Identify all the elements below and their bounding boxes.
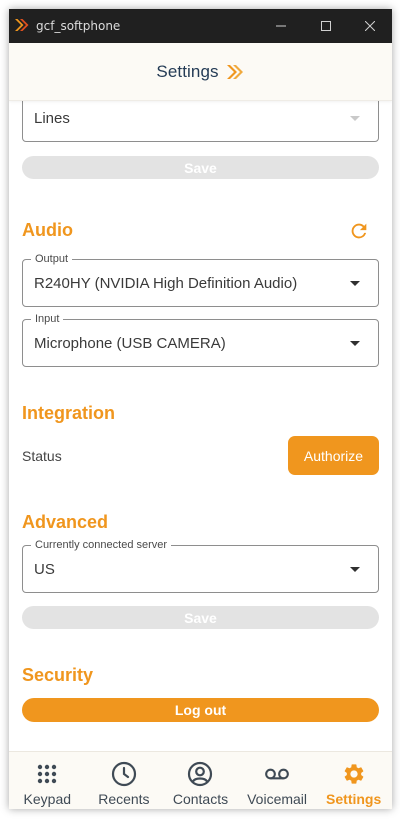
audio-output-value: R240HY (NVIDIA High Definition Audio) bbox=[34, 275, 298, 292]
clock-icon bbox=[111, 761, 136, 787]
brand-chevrons-icon bbox=[226, 64, 243, 79]
close-button[interactable] bbox=[347, 9, 392, 43]
refresh-icon[interactable] bbox=[348, 220, 370, 242]
server-select-label: Currently connected server bbox=[31, 538, 172, 552]
app-logo-icon bbox=[15, 19, 29, 31]
chevron-down-icon bbox=[350, 567, 360, 572]
chevron-down-icon bbox=[350, 116, 360, 121]
lines-select[interactable]: Lines bbox=[22, 101, 379, 142]
integration-section-title: Integration bbox=[22, 403, 115, 423]
logout-button[interactable]: Log out bbox=[22, 698, 379, 722]
advanced-save-button[interactable]: Save bbox=[22, 606, 379, 629]
security-section-title: Security bbox=[22, 665, 94, 685]
audio-output-label: Output bbox=[31, 252, 73, 266]
nav-label-keypad: Keypad bbox=[23, 791, 72, 807]
server-select[interactable]: Currently connected server US bbox=[22, 538, 379, 593]
gear-icon bbox=[344, 764, 364, 784]
app-header: Settings bbox=[9, 43, 392, 101]
minimize-icon bbox=[276, 25, 286, 27]
audio-section-title: Audio bbox=[22, 220, 73, 240]
audio-input-value: Microphone (USB CAMERA) bbox=[34, 335, 226, 352]
nav-item-voicemail[interactable]: Voicemail bbox=[239, 752, 316, 809]
lines-save-button[interactable]: Save bbox=[22, 156, 379, 179]
advanced-section-title: Advanced bbox=[22, 512, 109, 532]
nav-item-recents[interactable]: Recents bbox=[86, 752, 163, 809]
close-icon bbox=[365, 21, 375, 31]
bottom-nav: Keypad Recents Contacts Voicemail Settin… bbox=[9, 751, 392, 809]
maximize-icon bbox=[321, 21, 331, 31]
integration-status-label: Status bbox=[22, 448, 62, 464]
nav-label-contacts: Contacts bbox=[172, 791, 229, 807]
chevron-down-icon bbox=[350, 281, 360, 286]
title-bar: gcf_softphone bbox=[9, 9, 392, 43]
chevron-down-icon bbox=[350, 341, 360, 346]
nav-item-keypad[interactable]: Keypad bbox=[9, 752, 86, 809]
voicemail-icon bbox=[265, 768, 289, 780]
nav-label-voicemail: Voicemail bbox=[247, 791, 308, 807]
nav-label-recents: Recents bbox=[98, 791, 150, 807]
audio-output-select[interactable]: Output R240HY (NVIDIA High Definition Au… bbox=[22, 252, 379, 307]
app-window: gcf_softphone Settings Lines Save Audio bbox=[9, 9, 392, 809]
minimize-button[interactable] bbox=[258, 9, 304, 43]
nav-label-settings: Settings bbox=[326, 791, 382, 807]
nav-item-settings[interactable]: Settings bbox=[315, 752, 392, 809]
nav-item-contacts[interactable]: Contacts bbox=[162, 752, 239, 809]
audio-input-label: Input bbox=[31, 312, 64, 326]
lines-select-value: Lines bbox=[34, 110, 70, 127]
server-select-value: US bbox=[34, 561, 55, 578]
page-title: Settings bbox=[156, 61, 219, 81]
contact-icon bbox=[188, 761, 213, 787]
maximize-button[interactable] bbox=[303, 9, 349, 43]
settings-content[interactable]: Lines Save Audio Output R240HY (NVIDIA H… bbox=[9, 101, 392, 751]
keypad-icon bbox=[38, 764, 57, 784]
authorize-button[interactable]: Authorize bbox=[288, 436, 379, 475]
audio-input-select[interactable]: Input Microphone (USB CAMERA) bbox=[22, 312, 379, 367]
window-title: gcf_softphone bbox=[36, 19, 121, 33]
